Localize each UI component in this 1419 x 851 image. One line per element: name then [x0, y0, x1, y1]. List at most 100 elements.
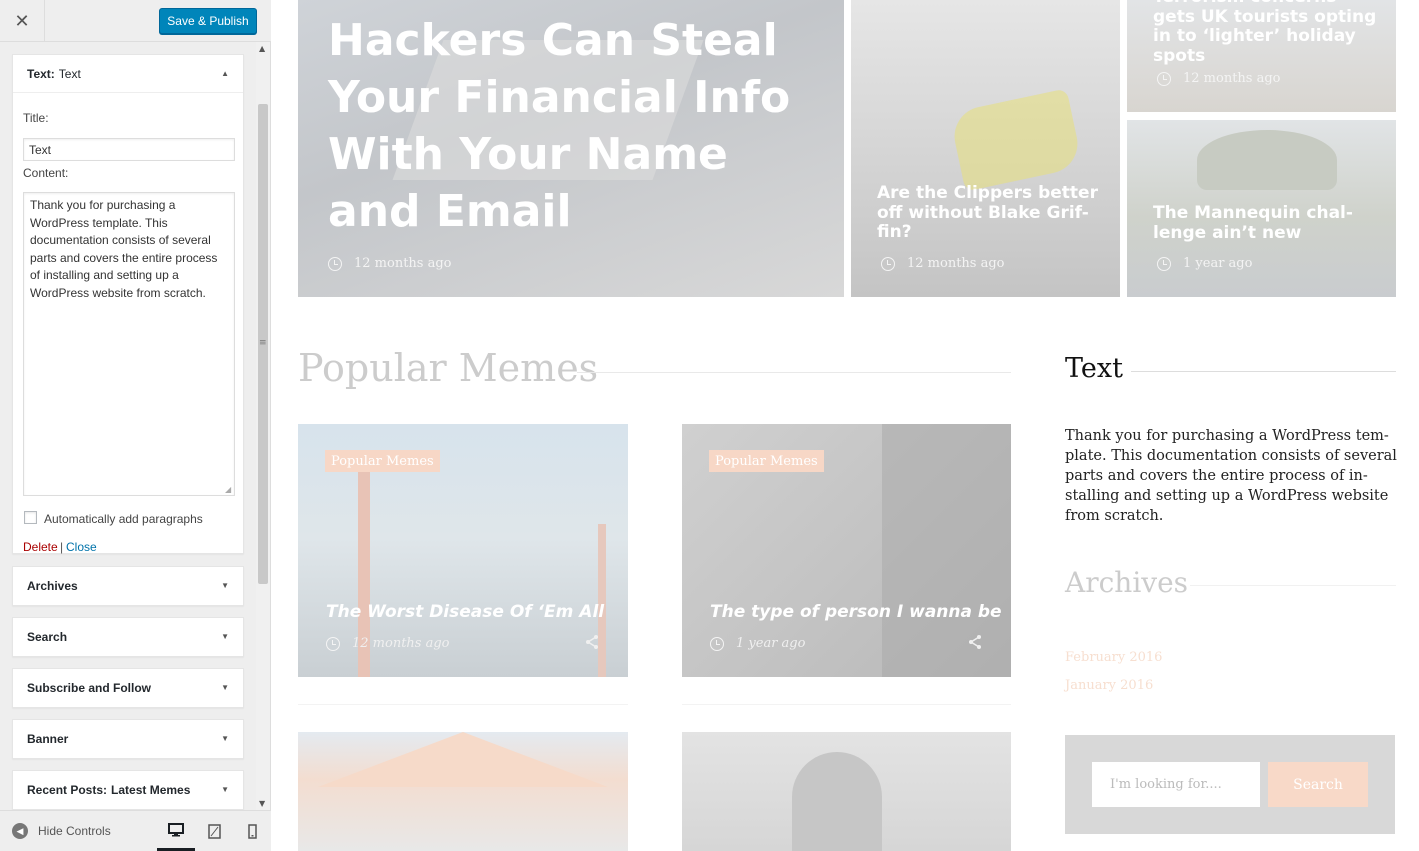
post-date: 12 months ago [907, 256, 1005, 271]
hero-bottom-right-title[interactable]: The Mannequin chal-lenge ain’t new [1153, 203, 1383, 243]
scroll-up-arrow-icon[interactable]: ▲ [259, 44, 265, 53]
widget-archives[interactable]: Archives ▼ [12, 566, 244, 606]
close-customizer-button[interactable]: ✕ [0, 0, 45, 42]
archive-link[interactable]: February 2016 [1065, 650, 1162, 665]
widget-label: Banner [27, 732, 69, 746]
bridge-tower-shape [598, 524, 606, 677]
heading-divider [1131, 371, 1396, 372]
widget-label: Subscribe and Follow [27, 681, 152, 695]
clock-icon [326, 636, 340, 651]
hide-controls-button[interactable]: ◀ Hide Controls [12, 823, 111, 839]
clock-icon [1157, 256, 1171, 271]
collapse-arrow-icon[interactable]: ▲ [221, 69, 229, 78]
hero-middle-title[interactable]: Are the Clippers better off without Blak… [877, 183, 1102, 243]
card-meta: 12 months ago [326, 636, 450, 651]
category-badge[interactable]: Popular Memes [709, 450, 824, 472]
widget-subscribe-follow[interactable]: Subscribe and Follow ▼ [12, 668, 244, 708]
hero-middle-post[interactable]: Are the Clippers better off without Blak… [851, 0, 1120, 297]
card-title[interactable]: The type of person I wanna be [710, 602, 1002, 622]
expand-arrow-icon[interactable]: ▼ [221, 734, 229, 743]
desktop-icon [168, 822, 184, 836]
card-divider [298, 704, 628, 705]
meme-card[interactable] [298, 732, 628, 851]
auto-paragraphs-checkbox[interactable] [24, 511, 37, 524]
share-icon[interactable] [967, 634, 983, 650]
card-divider [682, 704, 1011, 705]
widget-recent-posts[interactable]: Recent Posts: Latest Memes ▼ [12, 770, 244, 810]
hero-top-right-title[interactable]: Terrorism concerns gets UK tourists opti… [1153, 0, 1383, 66]
card-title[interactable]: The Worst Disease Of ‘Em All [326, 602, 604, 622]
expand-arrow-icon[interactable]: ▼ [221, 632, 229, 641]
delete-link[interactable]: Delete [23, 540, 58, 554]
post-date: 1 year ago [736, 636, 806, 651]
share-icon[interactable] [584, 634, 600, 650]
post-date: 12 months ago [352, 636, 450, 651]
widget-header: Archives ▼ [13, 567, 243, 605]
title-label: Title: [23, 111, 49, 125]
hero-bottom-right-post[interactable]: The Mannequin chal-lenge ain’t new 1 yea… [1127, 120, 1396, 297]
resize-handle-icon[interactable]: ◢ [225, 485, 233, 494]
text-widget-title: Text [1065, 353, 1123, 384]
hero-top-right-post[interactable]: Terrorism concerns gets UK tourists opti… [1127, 0, 1396, 112]
hero-top-right-meta: 12 months ago [1157, 71, 1281, 86]
save-publish-button[interactable]: Save & Publish [159, 8, 257, 34]
widget-header: Banner ▼ [13, 720, 243, 758]
meme-card[interactable] [682, 732, 1011, 851]
post-date: 12 months ago [1183, 71, 1281, 86]
photo-shape [882, 424, 1011, 677]
widget-label: Recent Posts: [27, 783, 108, 797]
clock-icon [1157, 71, 1171, 86]
search-widget: I'm looking for.... Search [1065, 735, 1395, 834]
hero-image-shape [1197, 130, 1337, 190]
popular-memes-heading: Popular Memes [298, 346, 599, 390]
archive-link[interactable]: January 2016 [1065, 678, 1153, 693]
widget-title-suffix: Latest Memes [111, 783, 191, 797]
auto-paragraphs-label: Automatically add paragraphs [44, 512, 203, 526]
preview-mobile-button[interactable] [233, 811, 271, 851]
hero-main-title[interactable]: Hackers Can Steal Your Financial Info Wi… [328, 12, 818, 240]
hero-main-post[interactable]: Hackers Can Steal Your Financial Info Wi… [298, 0, 844, 297]
pane-resize-grip-icon[interactable]: ≡ [259, 338, 267, 348]
widget-title-suffix: Text [58, 66, 81, 81]
meme-card[interactable]: Popular Memes The type of person I wanna… [682, 424, 1011, 677]
meme-card[interactable]: Popular Memes The Worst Disease Of ‘Em A… [298, 424, 628, 677]
widget-header: Subscribe and Follow ▼ [13, 669, 243, 707]
heading-divider [577, 372, 1011, 373]
search-input[interactable]: I'm looking for.... [1092, 762, 1260, 807]
hero-middle-meta: 12 months ago [881, 256, 1005, 271]
title-input[interactable] [23, 138, 235, 161]
preview-desktop-button[interactable] [157, 811, 195, 851]
content-textarea[interactable]: Thank you for purchasing a WordPress tem… [23, 192, 235, 496]
hide-controls-label: Hide Controls [38, 824, 111, 838]
customizer-header: ✕ Save & Publish [0, 0, 271, 42]
sidebar-scrollbar[interactable]: ▲ ≡ ▼ [256, 42, 270, 810]
umbrella-shape [318, 732, 608, 787]
widget-label: Search [27, 630, 68, 644]
widget-header: Search ▼ [13, 618, 243, 656]
widgets-panel: Text: Text ▲ Title: Content: Thank you f… [0, 42, 256, 810]
post-date: 12 months ago [354, 256, 452, 271]
link-separator: | [60, 540, 64, 554]
text-widget-body: Thank you for purchasing a WordPress tem… [1065, 428, 1397, 524]
customizer-footer: ◀ Hide Controls [0, 810, 271, 851]
collapse-sidebar-icon: ◀ [12, 823, 28, 839]
widget-banner[interactable]: Banner ▼ [12, 719, 244, 759]
hero-bottom-right-meta: 1 year ago [1157, 256, 1252, 271]
content-label: Content: [23, 166, 69, 180]
text-widget: Text: Text ▲ Title: Content: Thank you f… [12, 54, 244, 554]
expand-arrow-icon[interactable]: ▼ [221, 683, 229, 692]
mobile-icon [247, 824, 257, 839]
widget-search[interactable]: Search ▼ [12, 617, 244, 657]
scroll-down-arrow-icon[interactable]: ▼ [259, 799, 265, 808]
post-date: 1 year ago [1183, 256, 1253, 271]
hero-image-shape [948, 88, 1084, 192]
close-link[interactable]: Close [66, 540, 97, 554]
expand-arrow-icon[interactable]: ▼ [221, 785, 229, 794]
widget-type-label: Text: [27, 66, 55, 81]
search-button[interactable]: Search [1268, 762, 1368, 807]
clock-icon [328, 256, 342, 271]
category-badge[interactable]: Popular Memes [325, 450, 440, 472]
preview-tablet-button[interactable] [195, 811, 233, 851]
expand-arrow-icon[interactable]: ▼ [221, 581, 229, 590]
text-widget-header[interactable]: Text: Text ▲ [13, 55, 243, 93]
